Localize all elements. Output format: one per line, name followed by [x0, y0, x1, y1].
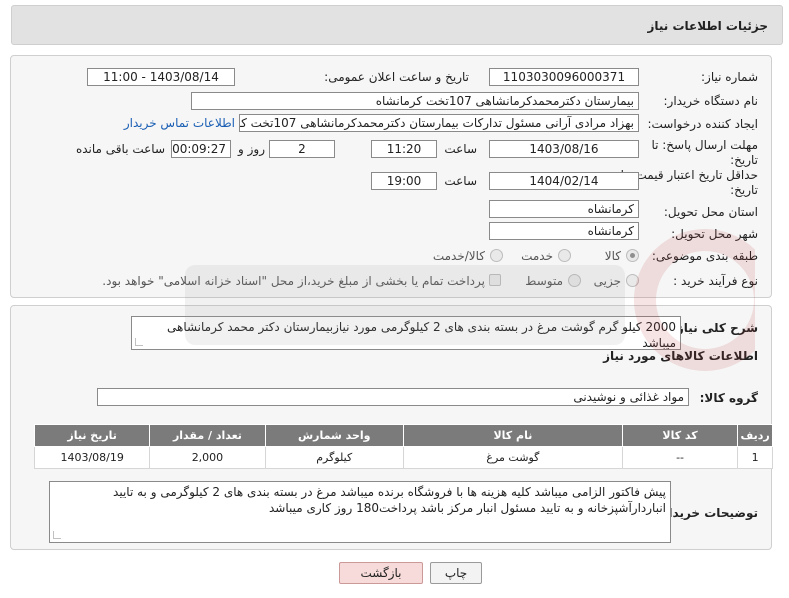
announce-datetime-field[interactable]: 1403/08/14 - 11:00 [87, 68, 235, 86]
col-name: نام کالا [402, 424, 623, 447]
purchase-option-minor: جزیی [593, 274, 621, 288]
purchase-type-label: نوع فرآیند خرید : [673, 274, 758, 288]
need-info-panel: شماره نیاز: 1103030096000371 تاریخ و ساع… [10, 55, 772, 298]
reply-date-field[interactable]: 1403/08/16 [489, 140, 639, 158]
buyer-notes-label: توضیحات خریدار: [656, 506, 758, 520]
buyer-org-field[interactable]: بیمارستان دکترمحمدکرمانشاهی 107تخت کرمان… [191, 92, 639, 110]
category-option-goods: کالا [604, 249, 621, 263]
reply-time-field[interactable]: 11:20 [371, 140, 437, 158]
province-label: استان محل تحویل: [663, 205, 758, 219]
back-button[interactable]: بازگشت [339, 562, 423, 584]
table-row[interactable]: 1 -- گوشت مرغ کیلوگرم 2,000 1403/08/19 [33, 446, 773, 469]
days-remaining-field[interactable]: 2 [269, 140, 335, 158]
goods-info-title: اطلاعات کالاهای مورد نیاز [603, 349, 758, 363]
validity-time-field[interactable]: 19:00 [371, 172, 437, 190]
col-unit: واحد شمارش [264, 424, 404, 447]
city-label: شهر محل تحویل: [671, 227, 758, 241]
buyer-contact-link[interactable]: اطلاعات تماس خریدار [124, 116, 235, 130]
category-option-service: خدمت [521, 249, 553, 263]
need-number-label: شماره نیاز: [701, 70, 758, 84]
remaining-time-label: ساعت باقی مانده [75, 142, 165, 156]
reply-deadline-label-date: تاریخ: [730, 153, 758, 167]
province-field[interactable]: کرمانشاه [489, 200, 639, 218]
reply-time-label: ساعت [444, 142, 477, 156]
buyer-org-label: نام دستگاه خریدار: [663, 94, 759, 108]
description-text: 2000 کیلو گرم گوشت مرغ در بسته بندی های … [166, 320, 676, 350]
announce-label: تاریخ و ساعت اعلان عمومی: [324, 70, 469, 84]
need-number-field[interactable]: 1103030096000371 [489, 68, 639, 86]
category-label: طبقه بندی موضوعی: [651, 249, 758, 263]
reply-deadline-label: مهلت ارسال پاسخ: تا [651, 138, 758, 152]
category-radio-service[interactable] [558, 249, 571, 262]
print-button[interactable]: چاپ [430, 562, 482, 584]
page-title: جزئیات اطلاعات نیاز [647, 19, 768, 33]
purchase-radio-medium[interactable] [568, 274, 581, 287]
requester-label: ایجاد کننده درخواست: [647, 117, 758, 131]
validity-label: حداقل تاریخ اعتبار قیمت: تا [620, 168, 758, 182]
category-radio-goods-service[interactable] [490, 249, 503, 262]
cell-name: گوشت مرغ [402, 446, 623, 469]
description-field[interactable]: 2000 کیلو گرم گوشت مرغ در بسته بندی های … [131, 316, 681, 350]
cell-unit: کیلوگرم [264, 446, 404, 469]
cell-qty: 2,000 [149, 446, 266, 469]
description-label: شرح کلی نیاز: [672, 321, 758, 335]
category-radio-goods[interactable] [626, 249, 639, 262]
goods-table: ردیف کد کالا نام کالا واحد شمارش تعداد /… [33, 424, 773, 469]
cell-code: -- [621, 446, 739, 469]
title-bar: جزئیات اطلاعات نیاز [11, 5, 783, 45]
goods-group-field[interactable]: مواد غذائی و نوشیدنی [97, 388, 689, 406]
goods-table-header: ردیف کد کالا نام کالا واحد شمارش تعداد /… [33, 424, 773, 447]
buyer-notes-field[interactable]: پیش فاکتور الزامی میباشد کلیه هزینه ها ب… [49, 481, 671, 543]
resize-grip-icon[interactable] [53, 531, 61, 539]
cell-date: 1403/08/19 [33, 446, 151, 469]
validity-time-label: ساعت [444, 174, 477, 188]
cell-row: 1 [737, 446, 773, 469]
purchase-radio-minor[interactable] [626, 274, 639, 287]
buyer-notes-text: پیش فاکتور الزامی میباشد کلیه هزینه ها ب… [113, 485, 666, 515]
validity-label-date: تاریخ: [730, 183, 758, 197]
validity-date-field[interactable]: 1404/02/14 [489, 172, 639, 190]
col-date: تاریخ نیاز [33, 424, 151, 447]
goods-group-label: گروه کالا: [699, 391, 758, 405]
col-code: کد کالا [621, 424, 739, 447]
treasury-payment-note: پرداخت تمام یا بخشی از مبلغ خرید،از محل … [102, 274, 485, 288]
category-option-goods-service: کالا/خدمت [432, 249, 485, 263]
treasury-payment-checkbox[interactable] [489, 274, 501, 286]
col-qty: تعداد / مقدار [149, 424, 266, 447]
purchase-option-medium: متوسط [525, 274, 563, 288]
col-row: ردیف [737, 424, 773, 447]
remaining-time-field[interactable]: 00:09:27 [171, 140, 231, 158]
resize-grip-icon[interactable] [135, 338, 143, 346]
days-label: روز و [238, 142, 265, 156]
city-field[interactable]: کرمانشاه [489, 222, 639, 240]
requester-field[interactable]: بهزاد مرادی آرانی مسئول تدارکات بیمارستا… [239, 114, 639, 132]
